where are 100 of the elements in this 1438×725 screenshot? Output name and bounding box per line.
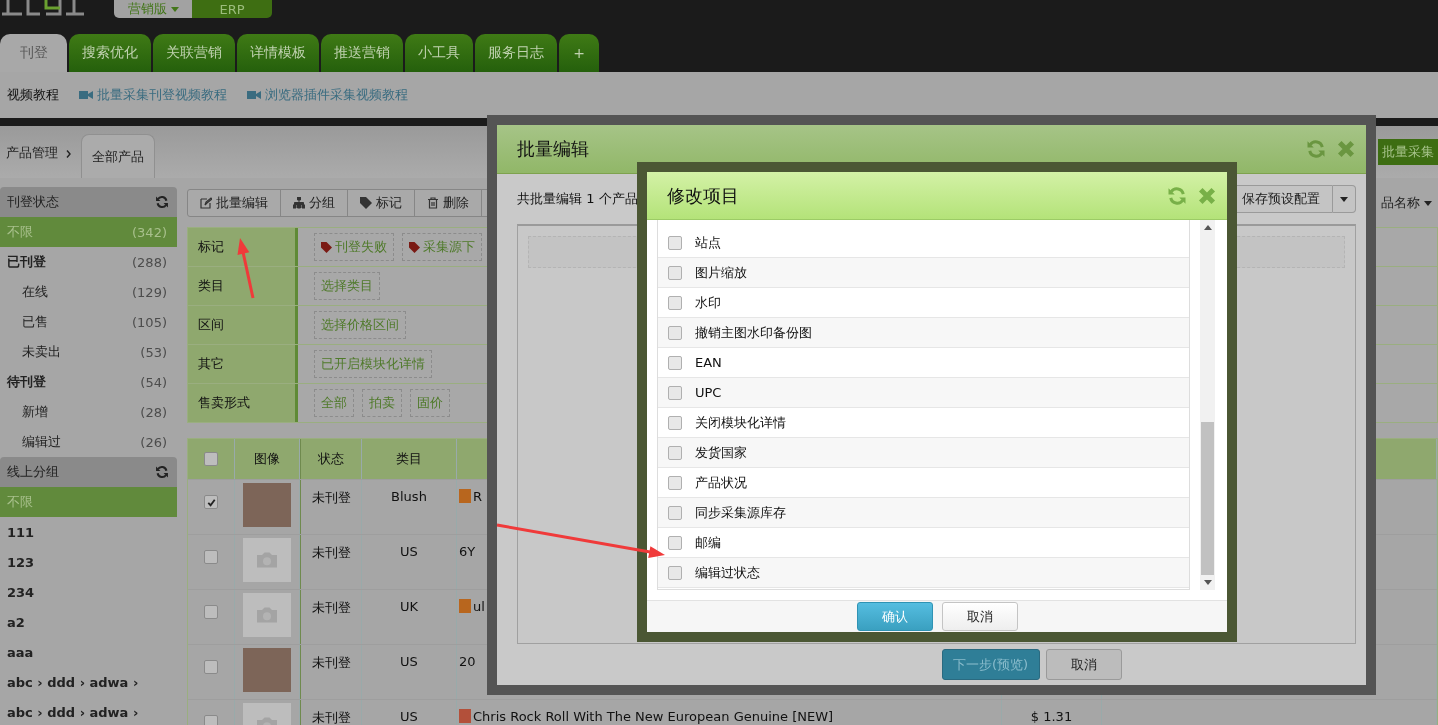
sidebar-item[interactable]: 在线 (129): [0, 277, 177, 307]
item-checkbox[interactable]: [668, 445, 682, 460]
item-label: 发货国家: [695, 443, 747, 462]
category-cell: US: [362, 645, 457, 699]
item-count: (28): [140, 404, 167, 420]
item-checkbox[interactable]: [668, 415, 682, 430]
nav-tab[interactable]: 详情模板: [237, 34, 319, 72]
item-checkbox[interactable]: [668, 505, 682, 520]
item-label: 站点: [695, 233, 721, 252]
item-checkbox[interactable]: [668, 355, 682, 370]
item-label: aaa: [7, 644, 34, 660]
sidebar-item[interactable]: 编辑过 (26): [0, 427, 177, 457]
filter-option[interactable]: 已开启模块化详情: [314, 350, 432, 378]
collect-button[interactable]: 批量采集: [1378, 139, 1438, 165]
sidebar-item[interactable]: 已刊登 (288): [0, 247, 177, 277]
category-cell: UK: [362, 590, 457, 644]
filter-option[interactable]: 选择价格区间: [314, 311, 406, 339]
close-icon[interactable]: [1336, 139, 1356, 159]
filter-option[interactable]: 选择类目: [314, 272, 380, 300]
video-link[interactable]: 批量采集刊登视频教程: [79, 86, 227, 104]
sidebar-item[interactable]: abc › ddd › adwa ›: [0, 667, 177, 697]
caret-icon: [170, 7, 179, 12]
refresh-icon[interactable]: [155, 465, 169, 479]
nav-tab[interactable]: 服务日志: [475, 34, 557, 72]
filter-option[interactable]: 刊登失败: [314, 233, 394, 261]
preset-menu-button[interactable]: [1333, 185, 1356, 213]
sort-menu[interactable]: 品名称: [1381, 194, 1438, 212]
caret-icon: [1340, 196, 1348, 202]
item-count: (26): [140, 434, 167, 450]
item-checkbox[interactable]: [668, 565, 682, 580]
toolbar-button[interactable]: 删除: [415, 190, 482, 216]
item-checkbox[interactable]: [668, 235, 682, 250]
edition-menu[interactable]: 营销版: [114, 0, 192, 18]
section-title: 刊登状态: [7, 193, 59, 211]
status-cell: 未刊登: [300, 700, 362, 725]
price-cell: $ 1.31: [1030, 709, 1073, 724]
nav-tab[interactable]: 刊登: [0, 34, 67, 72]
filter-option[interactable]: 全部: [314, 389, 354, 417]
sidebar-item[interactable]: abc › ddd › adwa ›: [0, 697, 177, 725]
row-checkbox[interactable]: [204, 715, 218, 725]
item-checkbox[interactable]: [668, 325, 682, 340]
item-checkbox[interactable]: [668, 265, 682, 280]
tag-icon: [360, 197, 372, 209]
item-label: 不限: [7, 493, 33, 511]
sidebar-item[interactable]: 已售 (105): [0, 307, 177, 337]
status-cell: 未刊登: [300, 480, 362, 534]
nav-tab[interactable]: 搜索优化: [69, 34, 151, 72]
page-tab[interactable]: 全部产品: [81, 134, 155, 178]
title-cell: R: [473, 489, 483, 504]
item-count: (342): [132, 224, 167, 240]
toolbar-button[interactable]: 分组: [281, 190, 348, 216]
cancel-button[interactable]: 取消: [941, 602, 1018, 631]
scroll-down-icon[interactable]: [1203, 580, 1212, 585]
scroll-up-icon[interactable]: [1203, 225, 1212, 230]
sidebar-item[interactable]: 123: [0, 547, 177, 577]
source-icon: [459, 489, 471, 503]
item-label: UPC: [695, 385, 722, 400]
sidebar-item[interactable]: 未卖出 (53): [0, 337, 177, 367]
nav-tab[interactable]: 小工具: [405, 34, 473, 72]
item-checkbox[interactable]: [668, 535, 682, 550]
row-checkbox[interactable]: [204, 550, 218, 564]
select-all-checkbox[interactable]: [204, 452, 218, 466]
column-header: 状态: [300, 439, 362, 479]
sidebar-item[interactable]: 不限 (342): [0, 217, 177, 247]
close-icon[interactable]: [1197, 185, 1217, 206]
sidebar-item[interactable]: 不限: [0, 487, 177, 517]
filter-label: 区间: [188, 306, 298, 344]
sidebar-item[interactable]: aaa: [0, 637, 177, 667]
photo-placeholder: [243, 483, 291, 527]
item-checkbox[interactable]: [668, 295, 682, 310]
title-cell: ul: [473, 599, 485, 614]
scrollbar[interactable]: [1200, 220, 1215, 590]
sitemap-icon: [293, 197, 305, 209]
toolbar-button[interactable]: 批量编辑: [188, 190, 281, 216]
item-label: 未卖出: [22, 343, 61, 361]
filter-label: 标记: [188, 228, 298, 266]
sidebar-item[interactable]: a2: [0, 607, 177, 637]
row-checkbox[interactable]: [204, 605, 218, 619]
item-checkbox[interactable]: [668, 385, 682, 400]
filter-option[interactable]: 拍卖: [362, 389, 402, 417]
nav-tab[interactable]: 关联营销: [153, 34, 235, 72]
cancel-button[interactable]: 取消: [1045, 649, 1122, 680]
breadcrumb-root[interactable]: 产品管理: [6, 144, 58, 162]
video-link[interactable]: 浏览器插件采集视频教程: [247, 86, 408, 104]
filter-option[interactable]: 固价: [410, 389, 450, 417]
nav-tab[interactable]: +: [559, 34, 599, 72]
toolbar-button[interactable]: 标记: [348, 190, 415, 216]
item-checkbox[interactable]: [668, 475, 682, 490]
refresh-icon[interactable]: [155, 195, 169, 209]
nav-tab[interactable]: 推送营销: [321, 34, 403, 72]
row-checkbox[interactable]: [204, 660, 218, 674]
sidebar-item[interactable]: 234: [0, 577, 177, 607]
item-label: 邮编: [695, 533, 721, 552]
filter-option[interactable]: 采集源下: [402, 233, 482, 261]
row-checkbox[interactable]: [204, 495, 218, 509]
sidebar-item[interactable]: 待刊登 (54): [0, 367, 177, 397]
sidebar-item[interactable]: 新增 (28): [0, 397, 177, 427]
erp-button[interactable]: ERP: [192, 0, 272, 18]
sidebar-item[interactable]: 111: [0, 517, 177, 547]
confirm-button[interactable]: 确认: [856, 602, 933, 631]
